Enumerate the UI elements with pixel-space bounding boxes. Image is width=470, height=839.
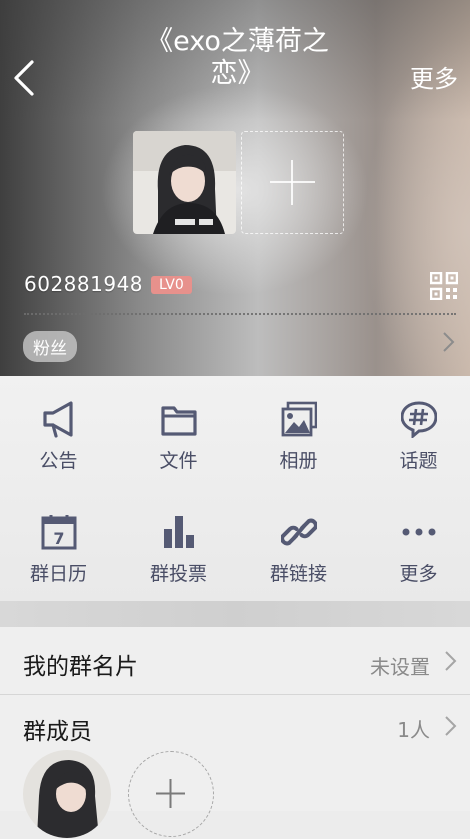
group-number: 602881948	[24, 272, 144, 296]
add-group-photo-button[interactable]	[241, 131, 344, 234]
group-header-banner: 《exo之薄荷之恋》 更多 602881948 LV0 粉丝	[0, 0, 470, 376]
calendar-day: 7	[53, 529, 64, 548]
chevron-right-icon	[445, 716, 457, 736]
row-value: 未设置	[370, 655, 430, 679]
function-label: 更多	[399, 563, 438, 585]
function-label: 群日历	[29, 563, 87, 585]
function-link[interactable]: 群链接	[240, 489, 357, 601]
back-arrow-icon[interactable]	[10, 58, 40, 98]
function-album[interactable]: 相册	[240, 376, 357, 488]
function-vote[interactable]: 群投票	[120, 489, 237, 601]
function-more[interactable]: 更多	[360, 489, 470, 601]
function-files[interactable]: 文件	[120, 376, 237, 488]
plus-icon	[156, 779, 185, 808]
row-label: 我的群名片	[23, 654, 138, 680]
more-button[interactable]: 更多	[410, 59, 458, 94]
vote-icon	[164, 516, 194, 548]
folder-icon	[161, 406, 197, 436]
chevron-right-icon[interactable]	[441, 331, 455, 353]
topic-icon	[401, 401, 437, 438]
function-label: 话题	[399, 450, 438, 472]
section-separator	[0, 601, 470, 627]
row-label: 群成员	[23, 719, 92, 745]
function-topic[interactable]: 话题	[360, 376, 470, 488]
my-group-card-row[interactable]: 我的群名片 未设置	[0, 627, 470, 694]
member-count: 1人	[397, 718, 430, 742]
plus-icon	[270, 160, 315, 205]
invite-member-button[interactable]	[128, 751, 214, 837]
level-badge: LV0	[151, 276, 192, 294]
link-icon	[281, 518, 317, 546]
album-icon	[281, 401, 317, 437]
fans-tag[interactable]: 粉丝	[23, 331, 77, 362]
function-label: 文件	[159, 450, 198, 472]
member-avatar[interactable]	[23, 750, 111, 838]
dotted-divider	[24, 313, 456, 315]
calendar-icon: 7	[41, 515, 77, 550]
qr-code-icon[interactable]	[430, 272, 458, 300]
function-label: 公告	[39, 450, 78, 472]
group-title: 《exo之薄荷之恋》	[146, 26, 329, 89]
megaphone-icon	[43, 401, 73, 438]
function-label: 群链接	[269, 563, 327, 585]
function-label: 群投票	[149, 563, 207, 585]
group-function-grid: 公告 文件 相册 话题 7 群日历 群投票 群链接 更多	[0, 376, 470, 601]
group-avatar[interactable]	[133, 131, 236, 234]
more-dots-icon	[402, 528, 436, 536]
function-label: 相册	[279, 450, 318, 472]
chevron-right-icon	[445, 651, 457, 671]
function-announcement[interactable]: 公告	[0, 376, 117, 488]
function-calendar[interactable]: 7 群日历	[0, 489, 117, 601]
